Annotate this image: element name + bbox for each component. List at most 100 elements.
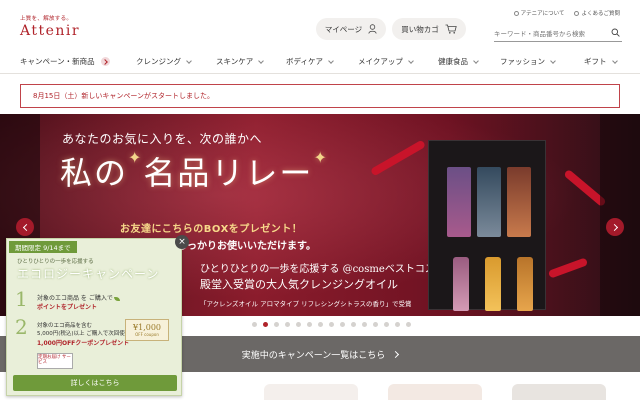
nav-bodycare[interactable]: ボディケア bbox=[286, 56, 334, 67]
chevron-down-icon bbox=[186, 57, 192, 64]
brand-tagline: 上質を、解放する。 bbox=[20, 16, 73, 22]
carousel-dot[interactable] bbox=[395, 322, 400, 327]
about-link[interactable]: アテニアについて bbox=[513, 9, 565, 17]
carousel-dot[interactable] bbox=[285, 322, 290, 327]
nav-gift[interactable]: ギフト bbox=[584, 56, 618, 67]
carousel-dot[interactable] bbox=[318, 322, 323, 327]
cart-label: 買い物カゴ bbox=[401, 24, 439, 34]
carousel-dots bbox=[252, 322, 411, 327]
gift-box bbox=[428, 140, 546, 311]
leaf-icon bbox=[113, 296, 120, 301]
popup-slogan: ひとりひとりの一歩を応援する bbox=[17, 259, 94, 265]
nav-cleansing[interactable]: クレンジング bbox=[136, 56, 192, 67]
step-number: 2 bbox=[15, 315, 28, 339]
faq-link-label: よくあるご質問 bbox=[581, 11, 620, 17]
product-card-image bbox=[447, 167, 471, 237]
subscription-badge: 定期お届け サービス bbox=[37, 353, 73, 369]
carousel-dot[interactable] bbox=[362, 322, 367, 327]
mypage-label: マイページ bbox=[324, 24, 363, 34]
carousel-dot[interactable] bbox=[296, 322, 301, 327]
product-tile[interactable] bbox=[388, 384, 482, 400]
carousel-dot[interactable] bbox=[263, 322, 268, 327]
promo-line: お友達にこちらのBOXをプレゼント！ bbox=[120, 224, 303, 235]
carousel-dot[interactable] bbox=[274, 322, 279, 327]
chevron-right-icon bbox=[610, 223, 618, 231]
carousel-prev-button[interactable] bbox=[16, 218, 34, 236]
nav-fashion[interactable]: ファッション bbox=[500, 56, 556, 67]
search-icon[interactable] bbox=[611, 28, 620, 37]
step1-text-a: 対象のエコ商品 を ご購入で bbox=[37, 295, 113, 302]
carousel-dot[interactable] bbox=[340, 322, 345, 327]
info-icon bbox=[513, 10, 519, 16]
hero-title: 私の✦名品リレー✦ bbox=[60, 148, 329, 194]
sparkle-icon: ✦ bbox=[128, 148, 144, 167]
nav-health-food[interactable]: 健康食品 bbox=[438, 56, 479, 67]
chevron-down-icon bbox=[408, 57, 414, 64]
bottle-image bbox=[453, 257, 469, 311]
carousel-dot[interactable] bbox=[384, 322, 389, 327]
bottle-image bbox=[517, 257, 533, 311]
nav-label: 健康食品 bbox=[438, 57, 468, 66]
brand-logo[interactable]: 上質を、解放する。 Attenir bbox=[20, 14, 80, 39]
limited-period-tag: 期間限定 9/14まで bbox=[9, 241, 77, 253]
chevron-left-icon bbox=[22, 223, 30, 231]
nav-label: クレンジング bbox=[136, 57, 181, 66]
search-input[interactable] bbox=[494, 29, 604, 38]
nav-label: ギフト bbox=[584, 57, 607, 66]
chevron-down-icon bbox=[328, 57, 334, 64]
coupon-label: OFF coupon bbox=[135, 332, 159, 337]
coupon-image: ¥1,000 OFF coupon bbox=[125, 319, 169, 341]
coupon-value: ¥1,000 bbox=[133, 323, 161, 332]
nav-campaign[interactable]: キャンペーン・新商品 bbox=[20, 56, 110, 67]
bottle-image bbox=[485, 257, 501, 311]
step2-text: 5,000円(税込)以上 ご購入で次回使える bbox=[37, 331, 136, 337]
chevron-down-icon bbox=[473, 57, 479, 64]
campaign-list-label: 実施中のキャンペーン一覧はこちら bbox=[241, 350, 386, 361]
eco-campaign-popup[interactable]: 期間限定 9/14まで × ひとりひとりの一歩を応援する エコロジーキャンペーン… bbox=[6, 235, 189, 396]
carousel-dot[interactable] bbox=[351, 322, 356, 327]
nav-label: スキンケア bbox=[216, 57, 254, 66]
cart-icon bbox=[445, 24, 457, 34]
hero-subtitle: あなたのお気に入りを、次の誰かへ bbox=[62, 132, 263, 146]
nav-label: メイクアップ bbox=[358, 57, 403, 66]
product-tile[interactable] bbox=[264, 384, 358, 400]
nav-label: ファッション bbox=[500, 57, 545, 66]
popup-details-button[interactable]: 詳しくはこちら bbox=[13, 375, 177, 391]
site-header: 上質を、解放する。 Attenir アテニアについて よくあるご質問 マイページ… bbox=[0, 0, 640, 50]
chevron-right-icon bbox=[100, 57, 110, 66]
gift-box-image bbox=[420, 130, 550, 311]
cart-button[interactable]: 買い物カゴ bbox=[392, 18, 466, 40]
product-card-image bbox=[477, 167, 501, 237]
brand-name: Attenir bbox=[20, 23, 81, 39]
chevron-down-icon bbox=[550, 57, 556, 64]
carousel-dot[interactable] bbox=[307, 322, 312, 327]
carousel-dot[interactable] bbox=[406, 322, 411, 327]
carousel-dot[interactable] bbox=[329, 322, 334, 327]
mypage-button[interactable]: マイページ bbox=[316, 18, 386, 40]
carousel-next-button[interactable] bbox=[606, 218, 624, 236]
step2-highlight: 1,000円OFFクーポンプレゼント bbox=[37, 340, 130, 347]
notice-text: 8月15日（土）新しいキャンペーンがスタートしました。 bbox=[33, 92, 215, 100]
award-line: 「アクレンズオイル アロマタイプ リフレシングシトラスの香り」で受賞 bbox=[200, 300, 412, 308]
nav-makeup[interactable]: メイクアップ bbox=[358, 56, 414, 67]
nav-label: キャンペーン・新商品 bbox=[20, 57, 95, 66]
notice-banner[interactable]: 8月15日（土）新しいキャンペーンがスタートしました。 bbox=[20, 84, 620, 108]
product-card-image bbox=[507, 167, 531, 237]
sparkle-icon: ✦ bbox=[313, 148, 329, 167]
award-line: 殿堂入受賞の大人気クレンジングオイル bbox=[200, 278, 398, 291]
step-number: 1 bbox=[15, 287, 28, 311]
question-icon bbox=[574, 10, 580, 16]
nav-label: ボディケア bbox=[286, 57, 323, 66]
product-tile[interactable] bbox=[512, 384, 606, 400]
carousel-dot[interactable] bbox=[252, 322, 257, 327]
search-box bbox=[494, 26, 622, 42]
hero-title-part: 名品リレー bbox=[143, 154, 314, 192]
top-links: アテニアについて よくあるご質問 bbox=[513, 9, 620, 17]
main-nav: キャンペーン・新商品 クレンジング スキンケア ボディケア メイクアップ 健康食… bbox=[0, 52, 640, 74]
popup-title: エコロジーキャンペーン bbox=[17, 267, 160, 281]
about-link-label: アテニアについて bbox=[520, 11, 565, 17]
carousel-dot[interactable] bbox=[373, 322, 378, 327]
faq-link[interactable]: よくあるご質問 bbox=[574, 9, 620, 17]
close-icon[interactable]: × bbox=[175, 235, 189, 249]
nav-skincare[interactable]: スキンケア bbox=[216, 56, 265, 67]
